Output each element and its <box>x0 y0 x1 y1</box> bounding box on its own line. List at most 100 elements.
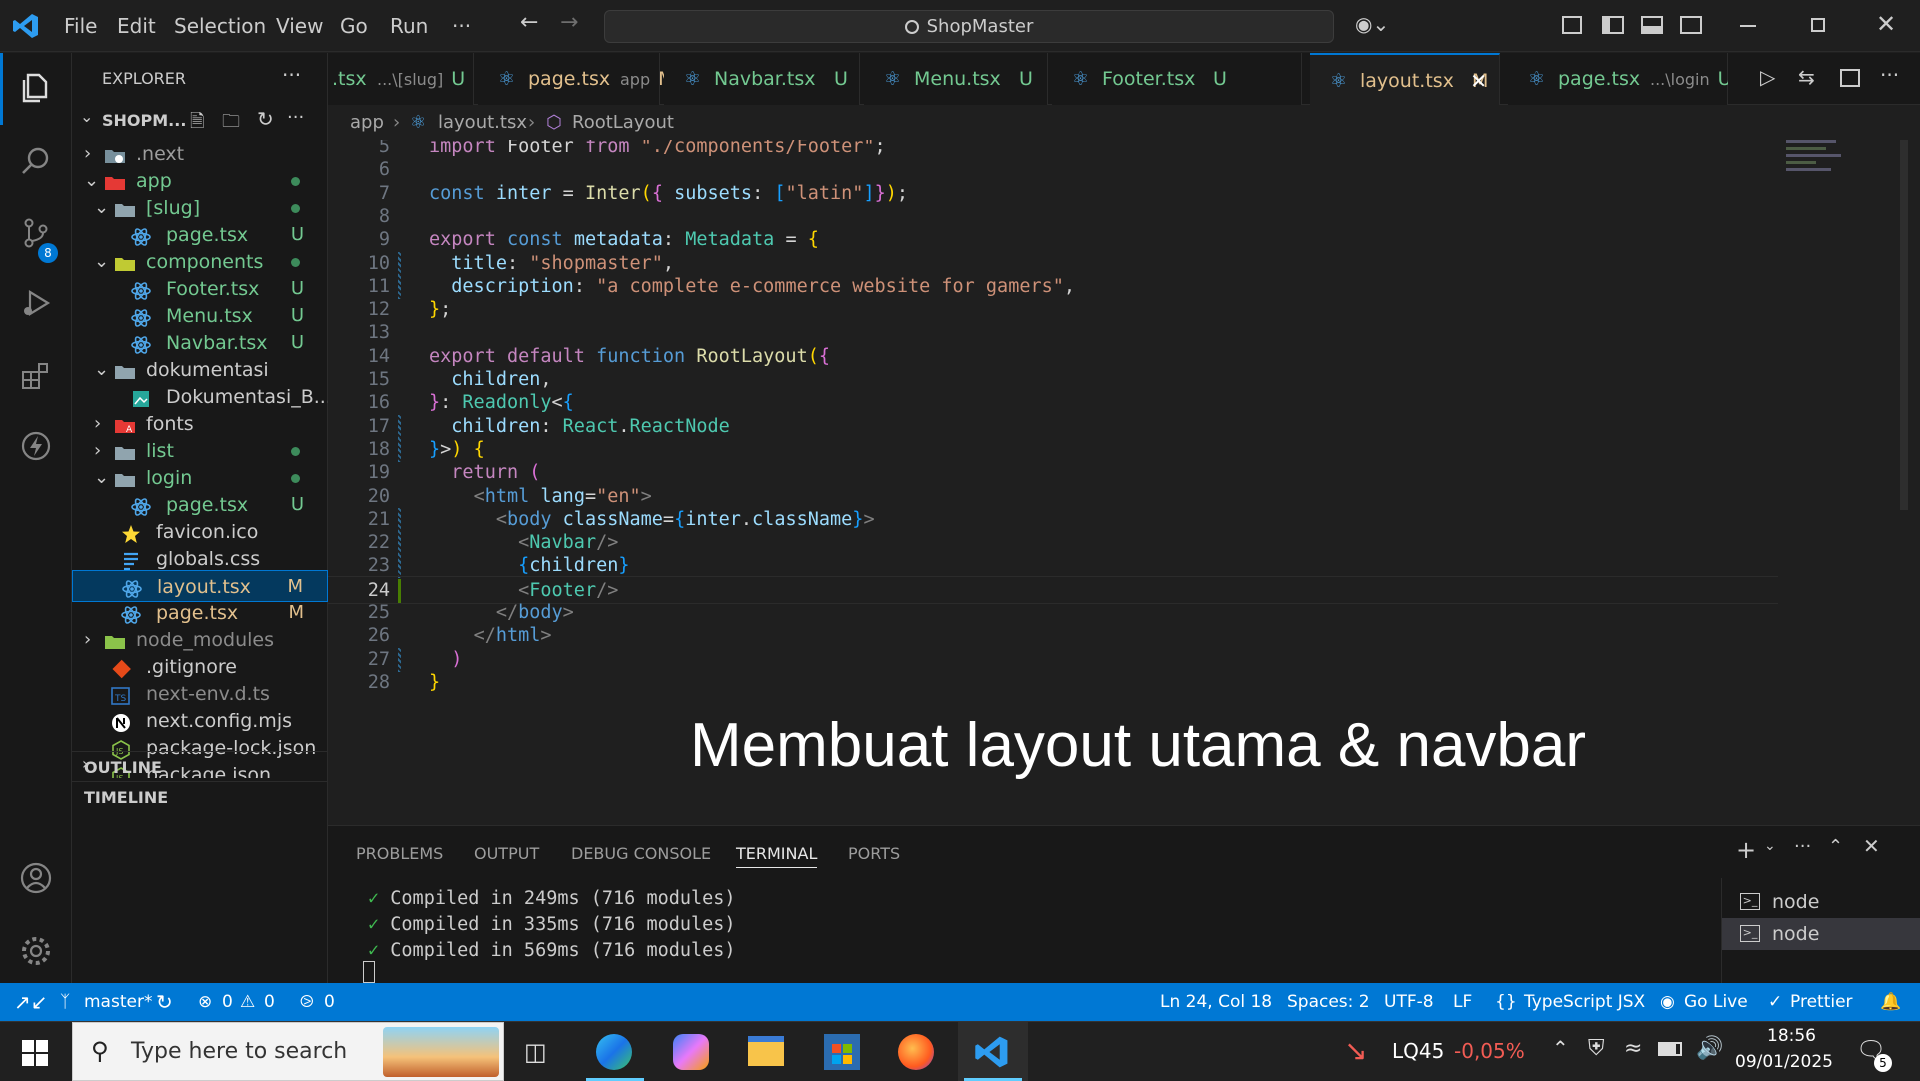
wifi-icon[interactable]: ≈ <box>1624 1036 1642 1061</box>
code-token: } <box>874 182 886 204</box>
editor-tab[interactable]: ⚛ Menu.tsx U <box>864 53 1048 105</box>
vscode-taskbar-button[interactable] <box>958 1022 1028 1081</box>
file-explorer-icon[interactable] <box>748 1036 784 1066</box>
explorer-more-icon[interactable]: ··· <box>282 63 301 87</box>
menu-go[interactable]: Go <box>340 14 368 38</box>
remote-icon[interactable]: ↗↙ <box>14 983 48 1021</box>
back-arrow-icon[interactable]: ← <box>520 10 538 35</box>
panel-tab[interactable]: DEBUG CONSOLE <box>571 844 711 863</box>
menu-view[interactable]: View <box>276 14 323 38</box>
manage-gear-icon[interactable] <box>16 931 56 971</box>
toggle-panel-icon[interactable] <box>1641 16 1663 34</box>
panel-more-icon[interactable]: ··· <box>1794 836 1811 857</box>
panel-tab[interactable]: PROBLEMS <box>356 844 443 863</box>
minimize-icon[interactable] <box>1740 25 1756 27</box>
microsoft-store-icon[interactable] <box>824 1034 860 1070</box>
run-file-icon[interactable]: ▷ <box>1760 65 1775 89</box>
timeline-section[interactable]: TIMELINE <box>72 781 328 813</box>
copilot-app-icon[interactable] <box>673 1034 709 1070</box>
explorer-icon[interactable] <box>16 68 56 108</box>
chevron-down-icon[interactable]: ⌄ <box>1764 838 1776 854</box>
editor-more-icon[interactable]: ··· <box>1880 63 1899 87</box>
thunder-client-icon[interactable] <box>16 426 56 466</box>
refresh-icon[interactable]: ↻ <box>257 107 274 131</box>
editor-tab[interactable]: ⚛ layout.tsx M ✕ <box>1310 53 1500 105</box>
branch-name[interactable]: master* <box>84 983 152 1021</box>
close-tab-icon[interactable]: ✕ <box>1470 55 1487 105</box>
error-count[interactable]: 0 <box>222 983 233 1021</box>
editor-tab[interactable]: ⚛page.tsxappM <box>478 53 675 105</box>
collapse-more-icon[interactable]: ··· <box>287 107 304 128</box>
windows-start-icon[interactable] <box>22 1040 48 1066</box>
language-mode[interactable]: TypeScript JSX <box>1524 983 1645 1021</box>
restore-icon[interactable] <box>1811 18 1825 32</box>
new-file-icon[interactable]: 🗎 <box>190 109 204 139</box>
compare-changes-icon[interactable]: ⇆ <box>1798 65 1815 89</box>
react-icon <box>130 306 152 327</box>
code-editor[interactable]: 5 import Footer from "./components/Footer… <box>328 140 1920 825</box>
check-icon: ✓ <box>368 940 391 961</box>
breadcrumb-file[interactable]: layout.tsx <box>438 105 527 140</box>
tab-meta: ...\[slug] U <box>367 53 465 105</box>
accounts-icon[interactable] <box>16 858 56 898</box>
breadcrumb-app[interactable]: app <box>350 105 384 140</box>
menu-more[interactable]: ··· <box>452 14 471 38</box>
battery-icon[interactable] <box>1658 1042 1682 1056</box>
split-editor-icon[interactable] <box>1840 69 1860 87</box>
terminal-output[interactable]: ✓ Compiled in 249ms (716 modules) ✓ Compi… <box>328 888 1408 988</box>
search-view-icon[interactable] <box>16 141 56 181</box>
customize-layout-icon[interactable] <box>1562 16 1582 34</box>
panel-tab[interactable]: PORTS <box>848 844 900 863</box>
forward-arrow-icon[interactable]: → <box>560 10 578 35</box>
edge-browser-icon[interactable] <box>596 1034 632 1070</box>
task-view-icon[interactable]: ◫ <box>524 1038 547 1066</box>
menu-run[interactable]: Run <box>390 14 428 38</box>
ports-count[interactable]: 0 <box>324 983 335 1021</box>
maximize-panel-icon[interactable]: ⌃ <box>1828 836 1843 857</box>
outline-section[interactable]: › OUTLINE <box>72 751 328 783</box>
warning-count[interactable]: 0 <box>264 983 275 1021</box>
indentation[interactable]: Spaces: 2 <box>1287 983 1370 1021</box>
project-header[interactable]: ⌄ SHOPM... 🗎 🗀 ↻ ··· <box>72 105 328 137</box>
menu-edit[interactable]: Edit <box>117 14 156 38</box>
close-window-icon[interactable]: ✕ <box>1876 10 1896 38</box>
panel-tab[interactable]: TERMINAL <box>736 844 818 868</box>
editor-scrollbar[interactable] <box>1900 140 1908 510</box>
new-terminal-icon[interactable]: + <box>1736 836 1756 864</box>
run-debug-icon[interactable] <box>16 283 56 323</box>
sync-icon[interactable]: ↻ <box>156 983 173 1021</box>
menu-selection[interactable]: Selection <box>174 14 266 38</box>
firefox-icon[interactable] <box>898 1034 934 1070</box>
taskbar-search-box[interactable]: ⚲ Type here to search <box>72 1022 504 1081</box>
go-live-button[interactable]: Go Live <box>1684 983 1748 1021</box>
new-folder-icon[interactable]: 🗀 <box>222 109 240 139</box>
editor-tab[interactable]: ⚛ Navbar.tsx U <box>664 53 860 105</box>
extensions-icon[interactable] <box>16 356 56 396</box>
bell-icon[interactable]: 🔔 <box>1880 983 1901 1021</box>
breadcrumb-symbol[interactable]: RootLayout <box>572 105 674 140</box>
prettier-button[interactable]: Prettier <box>1790 983 1853 1021</box>
encoding[interactable]: UTF-8 <box>1384 983 1434 1021</box>
terminal-instance[interactable]: >_ node <box>1722 918 1920 950</box>
close-panel-icon[interactable]: ✕ <box>1863 834 1880 858</box>
toggle-primary-sidebar-icon[interactable] <box>1602 16 1624 34</box>
clock-date[interactable]: 09/01/2025 <box>1735 1052 1833 1072</box>
stock-name[interactable]: LQ45 <box>1392 1039 1444 1063</box>
editor-tab[interactable]: .tsx ...\[slug] U <box>328 53 474 105</box>
toggle-secondary-sidebar-icon[interactable] <box>1680 16 1702 34</box>
shield-icon[interactable]: ⛨ <box>1588 1036 1605 1061</box>
clock-time[interactable]: 18:56 <box>1767 1026 1816 1046</box>
editor-tab[interactable]: ⚛ Footer.tsx U <box>1052 53 1302 105</box>
volume-icon[interactable]: 🔊 <box>1696 1036 1723 1061</box>
chevron-up-icon[interactable]: ⌃ <box>1552 1036 1569 1060</box>
line-ending[interactable]: LF <box>1453 983 1472 1021</box>
menu-file[interactable]: File <box>64 14 97 38</box>
editor-tab[interactable]: ⚛ page.tsx ...\login U <box>1508 53 1728 105</box>
copilot-icon[interactable]: ◉⌄ <box>1355 12 1389 36</box>
minimap[interactable] <box>1778 138 1848 198</box>
terminal-instance[interactable]: >_ node <box>1722 886 1920 918</box>
panel-tab[interactable]: OUTPUT <box>474 844 539 863</box>
stock-change[interactable]: -0,05% <box>1454 1039 1525 1063</box>
cursor-position[interactable]: Ln 24, Col 18 <box>1160 983 1272 1021</box>
command-center-search[interactable]: ShopMaster <box>604 10 1334 43</box>
